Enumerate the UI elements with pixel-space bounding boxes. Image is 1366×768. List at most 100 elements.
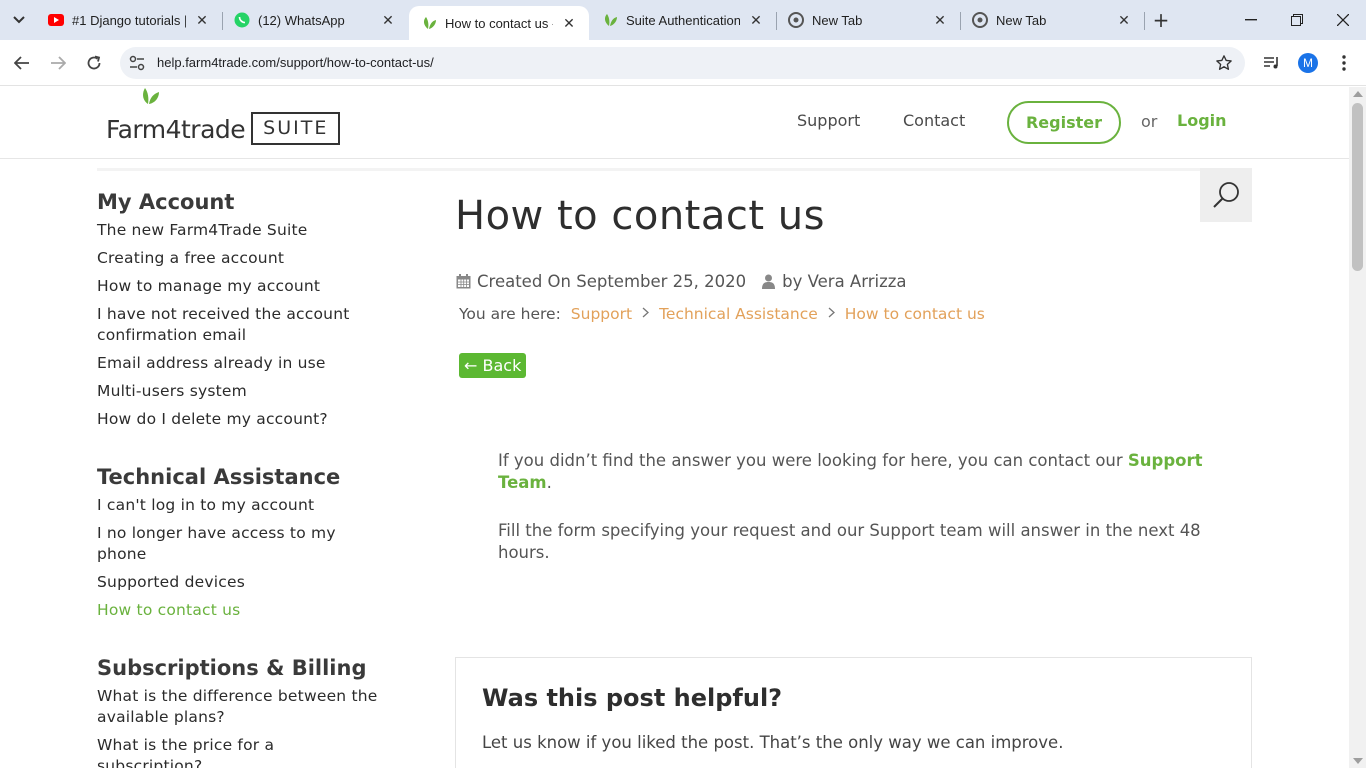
- forward-arrow-icon[interactable]: [45, 50, 71, 76]
- page-viewport: Farm4trade SUITE Support Contact Registe…: [0, 87, 1349, 768]
- search-icon: [1213, 182, 1239, 208]
- profile-avatar[interactable]: M: [1298, 53, 1318, 73]
- farm4trade-leaf-icon: [421, 15, 437, 31]
- sidebar-item[interactable]: Supported devices: [97, 572, 397, 593]
- scroll-up-arrow-icon[interactable]: [1353, 91, 1363, 97]
- site-settings-icon[interactable]: [128, 54, 146, 76]
- tab-title: Suite Authentication-: [626, 12, 740, 28]
- sidebar-item[interactable]: The new Farm4Trade Suite: [97, 220, 397, 241]
- nav-support-link[interactable]: Support: [797, 111, 860, 130]
- tab-close-icon[interactable]: ✕: [746, 10, 766, 30]
- sidebar-heading: My Account: [97, 190, 235, 214]
- sidebar-section-my-account: My Account The new Farm4Trade Suite Crea…: [97, 187, 397, 430]
- page-scrollbar[interactable]: [1349, 87, 1366, 768]
- browser-tab-strip: #1 Django tutorials | V ✕ (12) WhatsApp …: [0, 0, 1366, 40]
- tab-close-icon[interactable]: ✕: [930, 10, 950, 30]
- breadcrumb-label: You are here:: [459, 305, 561, 323]
- tab-new-tab-2[interactable]: New Tab ✕: [960, 6, 1144, 34]
- paragraph-text: .: [546, 473, 552, 492]
- scroll-down-arrow-icon[interactable]: [1353, 758, 1363, 764]
- address-bar[interactable]: help.farm4trade.com/support/how-to-conta…: [120, 47, 1245, 79]
- sidebar-item[interactable]: Creating a free account: [97, 248, 397, 269]
- new-tab-plus-icon[interactable]: +: [1150, 8, 1172, 32]
- chevron-right-icon: [642, 307, 650, 322]
- media-controls-icon[interactable]: [1259, 50, 1285, 76]
- article-paragraph-1: If you didn’t find the answer you were l…: [498, 450, 1218, 494]
- sidebar-nav: My Account The new Farm4Trade Suite Crea…: [97, 187, 397, 768]
- tab-whatsapp[interactable]: (12) WhatsApp ✕: [222, 6, 408, 34]
- sidebar-section-technical-assistance: Technical Assistance I can't log in to m…: [97, 462, 397, 621]
- browser-toolbar: help.farm4trade.com/support/how-to-conta…: [0, 40, 1366, 86]
- farm4trade-suite-logo[interactable]: Farm4trade SUITE: [106, 88, 341, 145]
- login-link[interactable]: Login: [1177, 111, 1227, 130]
- scrollbar-thumb[interactable]: [1352, 103, 1363, 271]
- site-header: Farm4trade SUITE Support Contact Registe…: [0, 87, 1349, 159]
- sidebar-item[interactable]: I can't log in to my account: [97, 495, 397, 516]
- reload-icon[interactable]: [81, 50, 107, 76]
- logo-leaf-icon: [140, 87, 160, 109]
- sidebar-item[interactable]: What is the difference between the avail…: [97, 686, 397, 728]
- register-button[interactable]: Register: [1007, 101, 1121, 144]
- sidebar-item[interactable]: I no longer have access to my phone: [97, 523, 357, 565]
- tab-separator: [1144, 12, 1145, 30]
- logo-wordmark: Farm4trade: [106, 115, 246, 144]
- close-window-icon[interactable]: [1320, 0, 1366, 40]
- tab-how-to-contact-us[interactable]: How to contact us - H ✕: [409, 6, 589, 40]
- tab-title: New Tab: [996, 12, 1047, 28]
- feedback-box: Was this post helpful? Let us know if yo…: [455, 657, 1252, 768]
- chrome-icon: [972, 12, 988, 28]
- paragraph-text: If you didn’t find the answer you were l…: [498, 451, 1128, 470]
- chevron-right-icon: [828, 307, 835, 322]
- tab-django-tutorials[interactable]: #1 Django tutorials | V ✕: [36, 6, 222, 34]
- farm4trade-leaf-icon: [602, 12, 618, 28]
- sidebar-item[interactable]: Email address already in use: [97, 353, 397, 374]
- author-name: by Vera Arrizza: [782, 272, 907, 291]
- page-title: How to contact us: [455, 193, 825, 239]
- sidebar-heading: Subscriptions & Billing: [97, 656, 367, 680]
- sidebar-heading: Technical Assistance: [97, 465, 341, 489]
- logo-suite-badge: SUITE: [251, 112, 341, 145]
- browser-menu-kebab-icon[interactable]: [1331, 50, 1357, 76]
- search-button[interactable]: [1200, 168, 1252, 222]
- tab-search-chevron-icon[interactable]: [6, 8, 32, 32]
- user-icon: [760, 274, 776, 290]
- bookmark-star-icon[interactable]: [1215, 54, 1233, 76]
- url-text: help.farm4trade.com/support/how-to-conta…: [157, 55, 434, 70]
- sidebar-item-current[interactable]: How to contact us: [97, 600, 397, 621]
- chrome-icon: [788, 12, 804, 28]
- or-text: or: [1141, 112, 1158, 131]
- sidebar-item[interactable]: How to manage my account: [97, 276, 397, 297]
- sidebar-item[interactable]: What is the price for a subscription?: [97, 735, 317, 768]
- created-date: Created On September 25, 2020: [477, 272, 747, 291]
- breadcrumb-support-link[interactable]: Support: [571, 305, 632, 323]
- article-meta: Created On September 25, 2020 by Vera Ar…: [455, 272, 907, 291]
- sidebar-item[interactable]: I have not received the account confirma…: [97, 304, 397, 346]
- tab-title: New Tab: [812, 12, 863, 28]
- breadcrumb: You are here: Support Technical Assistan…: [459, 305, 985, 323]
- tab-title: (12) WhatsApp: [258, 12, 345, 28]
- tab-title: How to contact us - H: [445, 15, 553, 31]
- whatsapp-icon: [234, 12, 250, 28]
- tab-title: #1 Django tutorials | V: [72, 12, 186, 28]
- tab-close-icon[interactable]: ✕: [559, 13, 579, 33]
- nav-contact-link[interactable]: Contact: [903, 111, 965, 130]
- sidebar-section-subscriptions-billing: Subscriptions & Billing What is the diff…: [97, 653, 397, 768]
- youtube-icon: [48, 12, 64, 28]
- feedback-title: Was this post helpful?: [482, 684, 783, 712]
- article-paragraph-2: Fill the form specifying your request an…: [498, 521, 1201, 562]
- minimize-window-icon[interactable]: [1228, 0, 1274, 40]
- breadcrumb-technical-assistance-link[interactable]: Technical Assistance: [659, 305, 818, 323]
- tab-close-icon[interactable]: ✕: [1114, 10, 1134, 30]
- tab-suite-authentication[interactable]: Suite Authentication- ✕: [590, 6, 776, 34]
- sidebar-item[interactable]: How do I delete my account?: [97, 409, 397, 430]
- back-button[interactable]: ← Back: [459, 353, 527, 378]
- sidebar-item[interactable]: Multi-users system: [97, 381, 397, 402]
- tab-close-icon[interactable]: ✕: [378, 10, 398, 30]
- breadcrumb-current-page: How to contact us: [844, 305, 985, 323]
- back-arrow-icon[interactable]: [9, 50, 35, 76]
- tab-new-tab-1[interactable]: New Tab ✕: [776, 6, 960, 34]
- content-divider: [97, 168, 1252, 171]
- tab-close-icon[interactable]: ✕: [192, 10, 212, 30]
- restore-window-icon[interactable]: [1274, 0, 1320, 40]
- calendar-icon: [455, 274, 471, 290]
